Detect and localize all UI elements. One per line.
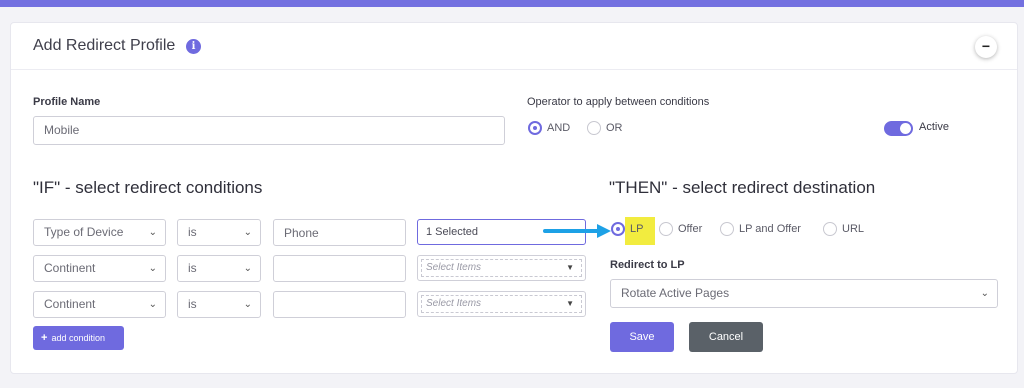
destination-url-label: URL: [842, 223, 865, 235]
chevron-down-icon: ⌄: [243, 263, 252, 274]
condition-field-value: Continent: [44, 261, 96, 275]
chevron-down-icon: ⌄: [243, 227, 252, 238]
condition-operator-value: is: [188, 261, 197, 275]
operator-or-label: OR: [606, 122, 623, 134]
arrow-pointer-icon: [543, 224, 611, 238]
radio-unchecked-icon: [587, 121, 601, 135]
destination-lp-radio[interactable]: LP: [611, 222, 643, 236]
condition-value-input[interactable]: [273, 291, 406, 318]
info-icon[interactable]: i: [186, 39, 201, 54]
condition-operator-value: is: [188, 297, 197, 311]
caret-down-icon: ▼: [566, 263, 574, 272]
condition-items-select[interactable]: Select Items ▼: [417, 255, 586, 281]
select-items-text: Select Items: [426, 262, 482, 273]
operator-and-label: AND: [547, 122, 571, 134]
radio-checked-icon: [528, 121, 542, 135]
radio-unchecked-icon: [659, 222, 673, 236]
redirect-profile-card: Add Redirect Profile i − Profile Name Mo…: [10, 22, 1018, 374]
condition-value-input[interactable]: Phone: [273, 219, 406, 246]
select-items-placeholder: Select Items ▼: [421, 295, 582, 313]
collapse-button[interactable]: −: [975, 36, 997, 58]
chevron-down-icon: ⌄: [243, 299, 252, 310]
destination-offer-label: Offer: [678, 223, 703, 235]
radio-checked-icon: [611, 222, 625, 236]
chevron-down-icon: ⌄: [148, 299, 157, 310]
destination-offer-radio[interactable]: Offer: [659, 222, 702, 236]
if-section-title: "IF" - select redirect conditions: [33, 178, 263, 197]
operator-and-radio[interactable]: AND: [528, 121, 570, 135]
add-condition-label: add condition: [51, 333, 105, 343]
condition-field-value: Type of Device: [44, 225, 124, 239]
active-label: Active: [919, 121, 949, 133]
add-condition-button[interactable]: + add condition: [33, 326, 124, 350]
plus-icon: +: [41, 332, 48, 344]
top-accent-bar: [0, 0, 1024, 7]
active-toggle[interactable]: [884, 121, 913, 136]
redirect-to-lp-label: Redirect to LP: [610, 259, 685, 271]
condition-operator-select[interactable]: is ⌄: [177, 219, 261, 246]
condition-field-select[interactable]: Continent ⌄: [33, 291, 166, 318]
profile-name-input[interactable]: Mobile: [33, 116, 505, 145]
select-items-text: Select Items: [426, 298, 482, 309]
operator-label: Operator to apply between conditions: [527, 96, 710, 108]
radio-unchecked-icon: [720, 222, 734, 236]
caret-down-icon: ▼: [566, 299, 574, 308]
save-button[interactable]: Save: [610, 322, 674, 352]
chevron-down-icon: ⌄: [148, 263, 157, 274]
condition-value-input[interactable]: [273, 255, 406, 282]
condition-operator-value: is: [188, 225, 197, 239]
destination-lp-label: LP: [630, 223, 644, 235]
destination-lp-offer-radio[interactable]: LP and Offer: [720, 222, 801, 236]
redirect-to-lp-select[interactable]: Rotate Active Pages ⌄: [610, 279, 998, 308]
operator-or-radio[interactable]: OR: [587, 121, 623, 135]
condition-operator-select[interactable]: is ⌄: [177, 255, 261, 282]
condition-items-select[interactable]: Select Items ▼: [417, 291, 586, 317]
condition-field-select[interactable]: Type of Device ⌄: [33, 219, 166, 246]
page-title: Add Redirect Profile: [33, 37, 176, 54]
cancel-button[interactable]: Cancel: [689, 322, 763, 352]
radio-unchecked-icon: [823, 222, 837, 236]
then-section-title: "THEN" - select redirect destination: [609, 178, 876, 197]
chevron-down-icon: ⌄: [980, 288, 989, 299]
profile-name-label: Profile Name: [33, 96, 101, 108]
condition-operator-select[interactable]: is ⌄: [177, 291, 261, 318]
select-items-placeholder: Select Items ▼: [421, 259, 582, 277]
redirect-to-lp-value: Rotate Active Pages: [621, 286, 730, 300]
destination-url-radio[interactable]: URL: [823, 222, 864, 236]
condition-field-value: Continent: [44, 297, 96, 311]
condition-field-select[interactable]: Continent ⌄: [33, 255, 166, 282]
card-header: Add Redirect Profile i −: [11, 23, 1017, 70]
chevron-down-icon: ⌄: [148, 227, 157, 238]
destination-lp-offer-label: LP and Offer: [739, 223, 801, 235]
